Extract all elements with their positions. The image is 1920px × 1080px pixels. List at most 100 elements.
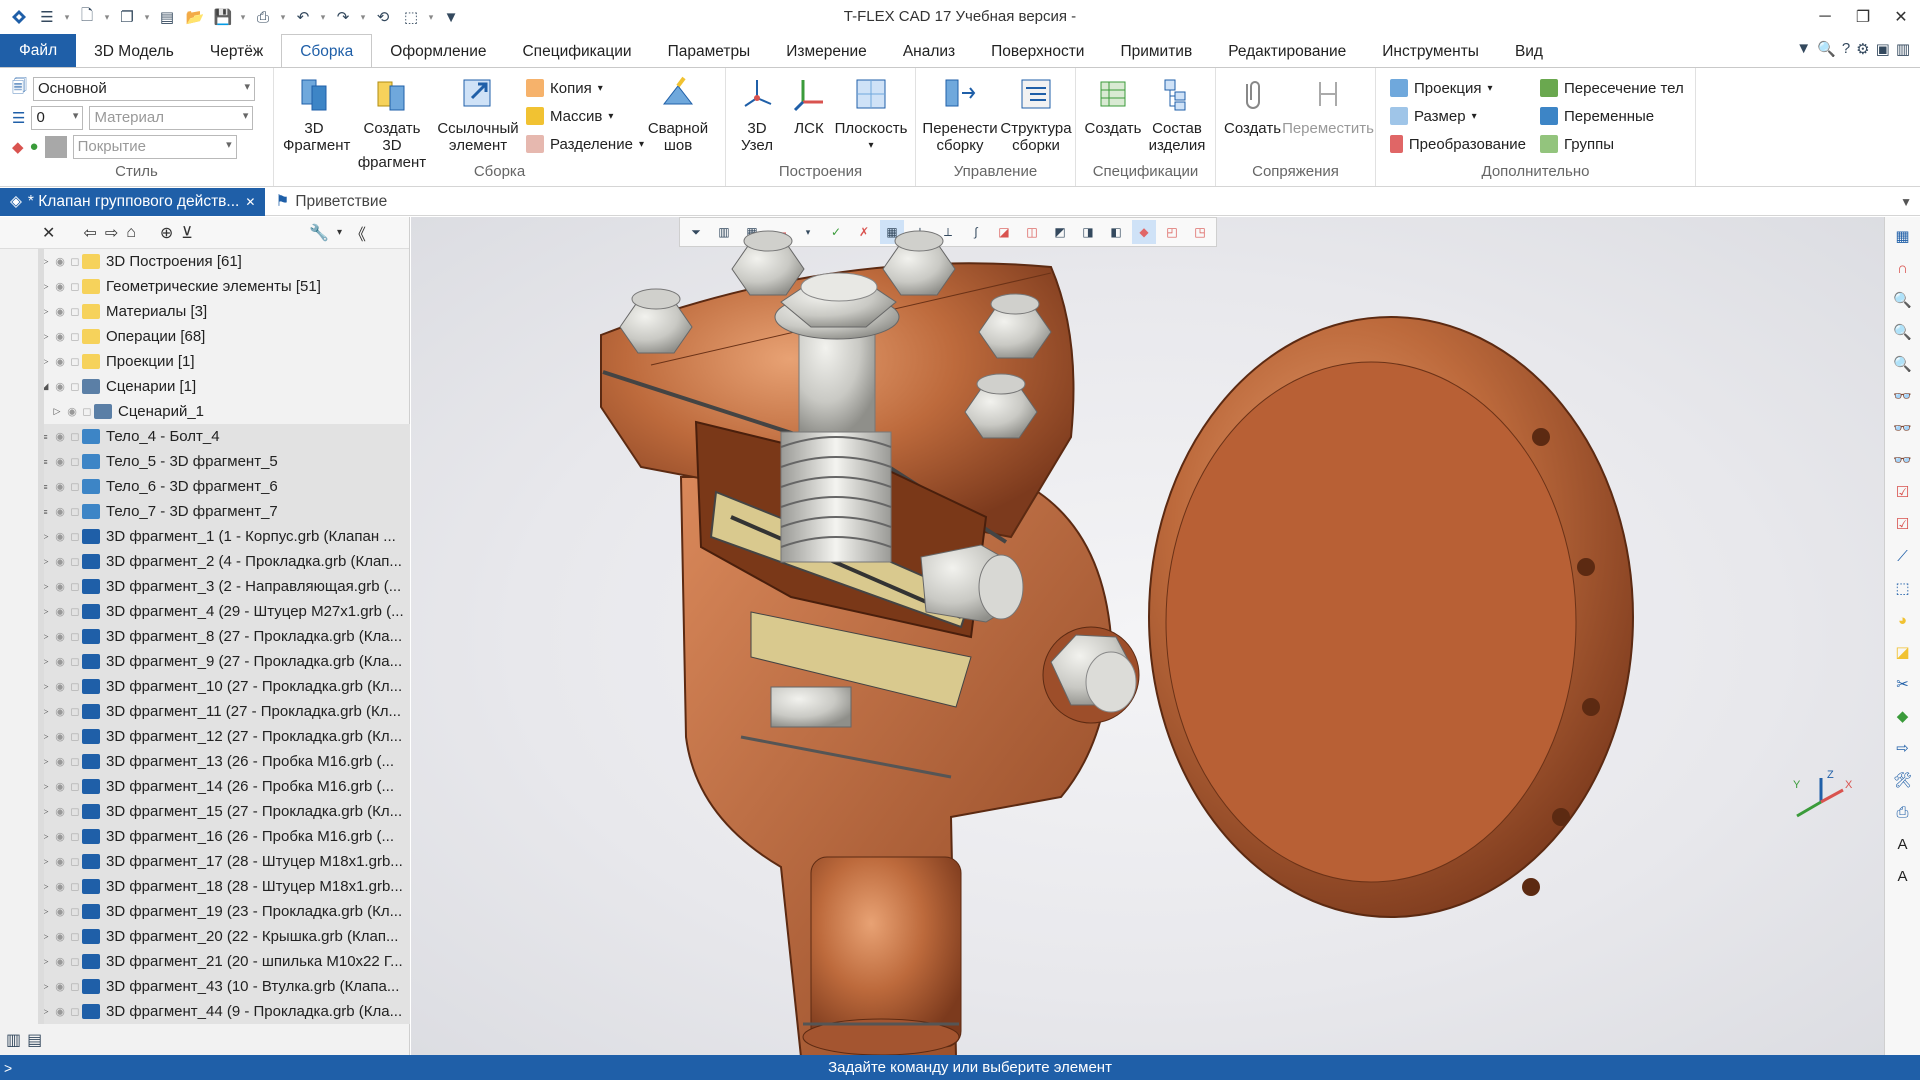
tree-row[interactable]: ▷ ◉ ◻ 3D фрагмент_16 (26 - Пробка М16.grb (…	[38, 824, 410, 849]
zoom-all-icon[interactable]: 🔍	[1890, 287, 1916, 313]
doc-tab-valve[interactable]: ◈ * Клапан группового действ... ✕	[0, 187, 266, 216]
dropdown-arrow-icon[interactable]: ▾	[358, 4, 368, 30]
level-spinner[interactable]: 0	[31, 105, 84, 130]
tab-0[interactable]: Файл	[0, 34, 77, 68]
weld-button[interactable]: Сварной шов	[644, 74, 712, 171]
selection-checkbox[interactable]: ◻	[68, 355, 82, 368]
close-button[interactable]: ✕	[1882, 0, 1920, 34]
tab-4[interactable]: Оформление	[372, 35, 504, 68]
scissors-icon[interactable]: ✂	[1890, 671, 1916, 697]
selection-checkbox[interactable]: ◻	[68, 330, 82, 343]
create-mate-button[interactable]: Создать	[1222, 74, 1283, 137]
selection-checkbox[interactable]: ◻	[68, 730, 82, 743]
lcs-button[interactable]: ЛСК	[784, 74, 834, 154]
selection-checkbox[interactable]: ◻	[68, 930, 82, 943]
valve-model[interactable]: Z Y X	[411, 217, 1884, 1055]
visibility-eye-icon[interactable]: ◉	[52, 805, 68, 818]
selection-checkbox[interactable]: ◻	[68, 980, 82, 993]
color-palette-icon[interactable]: ◆	[12, 138, 24, 156]
plane-button[interactable]: Плоскость ▾	[835, 74, 907, 154]
expand-toggle-icon[interactable]: ▷	[50, 406, 64, 417]
dropdown-arrow-icon[interactable]: ▾	[102, 4, 112, 30]
settings-gear-icon[interactable]: ⚙	[1856, 40, 1869, 58]
array-button[interactable]: Массив ▾	[526, 102, 644, 130]
app-logo-icon[interactable]	[6, 4, 32, 30]
tree-scrollbar[interactable]	[38, 249, 44, 1024]
new-document-icon[interactable]: 🗋	[74, 4, 100, 30]
tree-row[interactable]: ▷ ◉ ◻ 3D фрагмент_44 (9 - Прокладка.grb (Кл…	[38, 999, 410, 1024]
view-glasses-pencil-icon[interactable]: 👓	[1890, 415, 1916, 441]
size-button[interactable]: Размер ▾	[1390, 102, 1526, 130]
side-plug[interactable]	[920, 544, 1024, 623]
selection-checkbox[interactable]: ◻	[68, 755, 82, 768]
redo-icon[interactable]: ↷	[330, 4, 356, 30]
layout-grid-icon[interactable]: ▤	[27, 1030, 42, 1050]
tree-row[interactable]: ≡ ◉ ◻ Тело_6 - 3D фрагмент_6	[38, 474, 410, 499]
selection-checkbox[interactable]: ◻	[68, 505, 82, 518]
selection-checkbox[interactable]: ◻	[68, 555, 82, 568]
visibility-eye-icon[interactable]: ◉	[52, 455, 68, 468]
visibility-eye-icon[interactable]: ◉	[52, 855, 68, 868]
tab-2[interactable]: Чертёж	[192, 35, 281, 68]
selection-checkbox[interactable]: ◻	[68, 380, 82, 393]
selection-checkbox[interactable]: ◻	[68, 905, 82, 918]
view-glasses-dash-icon[interactable]: 👓	[1890, 447, 1916, 473]
check-cube-icon[interactable]: ☑	[1890, 511, 1916, 537]
tree-row[interactable]: ▷ ◉ ◻ 3D фрагмент_9 (27 - Прокладка.grb (Кл…	[38, 649, 410, 674]
filter-icon[interactable]: ⊻	[181, 223, 193, 243]
selection-checkbox[interactable]: ◻	[68, 680, 82, 693]
dropdown-arrow-icon[interactable]: ▾	[238, 4, 248, 30]
copy-button[interactable]: Копия ▾	[526, 74, 644, 102]
tree-row[interactable]: ≡ ◉ ◻ Тело_7 - 3D фрагмент_7	[38, 499, 410, 524]
tab-8[interactable]: Анализ	[885, 35, 973, 68]
layer-select[interactable]: Основной	[33, 76, 255, 101]
tab-9[interactable]: Поверхности	[973, 35, 1102, 68]
dropdown-arrow-icon[interactable]: ▾	[62, 4, 72, 30]
tab-7[interactable]: Измерение	[768, 35, 885, 68]
tree-row[interactable]: ▷ ◉ ◻ 3D фрагмент_1 (1 - Корпус.grb (Клапан…	[38, 524, 410, 549]
tree-row[interactable]: ▷ ◉ ◻ 3D фрагмент_3 (2 - Направляющая.grb (…	[38, 574, 410, 599]
tree-row[interactable]: ▷ ◉ ◻ Геометрические элементы [51]	[38, 274, 410, 299]
visibility-eye-icon[interactable]: ◉	[52, 630, 68, 643]
selection-checkbox[interactable]: ◻	[68, 430, 82, 443]
tree-row[interactable]: ≡ ◉ ◻ Тело_4 - Болт_4	[38, 424, 410, 449]
selection-checkbox[interactable]: ◻	[68, 480, 82, 493]
visibility-eye-icon[interactable]: ◉	[52, 930, 68, 943]
create-spec-button[interactable]: Создать	[1082, 74, 1144, 154]
visibility-eye-icon[interactable]: ◉	[52, 905, 68, 918]
dropdown-arrow-icon[interactable]: ▾	[318, 4, 328, 30]
tree-row[interactable]: ▷ ◉ ◻ 3D фрагмент_2 (4 - Прокладка.grb (Кла…	[38, 549, 410, 574]
magnet-icon[interactable]: ∩	[1890, 255, 1916, 281]
selection-checkbox[interactable]: ◻	[68, 630, 82, 643]
tree-row[interactable]: ▷ ◉ ◻ 3D фрагмент_19 (23 - Прокладка.grb (К…	[38, 899, 410, 924]
tree-row[interactable]: ▷ ◉ ◻ 3D фрагмент_15 (27 - Прокладка.grb (К…	[38, 799, 410, 824]
target-icon[interactable]: ⊕	[160, 223, 173, 243]
dropdown-arrow-icon[interactable]: ▾	[278, 4, 288, 30]
selection-checkbox[interactable]: ◻	[68, 705, 82, 718]
undo-icon[interactable]: ↶	[290, 4, 316, 30]
properties-panel-icon[interactable]: ▦	[1890, 223, 1916, 249]
split-button[interactable]: Разделение ▾	[526, 130, 644, 158]
spring[interactable]	[780, 431, 892, 563]
selection-checkbox[interactable]: ◻	[68, 255, 82, 268]
groups-button[interactable]: Группы	[1540, 130, 1684, 158]
yellow-cube-icon[interactable]: ◪	[1890, 639, 1916, 665]
dropdown-arrow-icon[interactable]: ▾	[337, 227, 342, 238]
visibility-eye-icon[interactable]: ◉	[52, 730, 68, 743]
save-icon[interactable]: 💾	[210, 4, 236, 30]
tree-row[interactable]: ▷ ◉ ◻ 3D фрагмент_20 (22 - Крышка.grb (Клап…	[38, 924, 410, 949]
tabs-dropdown-icon[interactable]: ▼	[1900, 195, 1920, 209]
visibility-eye-icon[interactable]: ◉	[52, 255, 68, 268]
ref-element-button[interactable]: Ссылочный элемент	[436, 74, 520, 171]
dropdown-arrow-icon[interactable]: ▾	[426, 4, 436, 30]
printer-3d-icon[interactable]: ⎙	[1890, 799, 1916, 825]
dropdown-arrow-icon[interactable]: ▾	[142, 4, 152, 30]
tree-row[interactable]: ▷ ◉ ◻ 3D фрагмент_8 (27 - Прокладка.grb (Кл…	[38, 624, 410, 649]
visibility-eye-icon[interactable]: ◉	[64, 405, 80, 418]
visibility-eye-icon[interactable]: ◉	[52, 880, 68, 893]
sphere-icon[interactable]: ◕	[1890, 607, 1916, 633]
template-icon[interactable]: ▤	[154, 4, 180, 30]
tree-row[interactable]: ▷ ◉ ◻ Проекции [1]	[38, 349, 410, 374]
transform-button[interactable]: Преобразование	[1390, 130, 1526, 158]
forward-arrow-icon[interactable]: ⇨	[105, 223, 118, 243]
